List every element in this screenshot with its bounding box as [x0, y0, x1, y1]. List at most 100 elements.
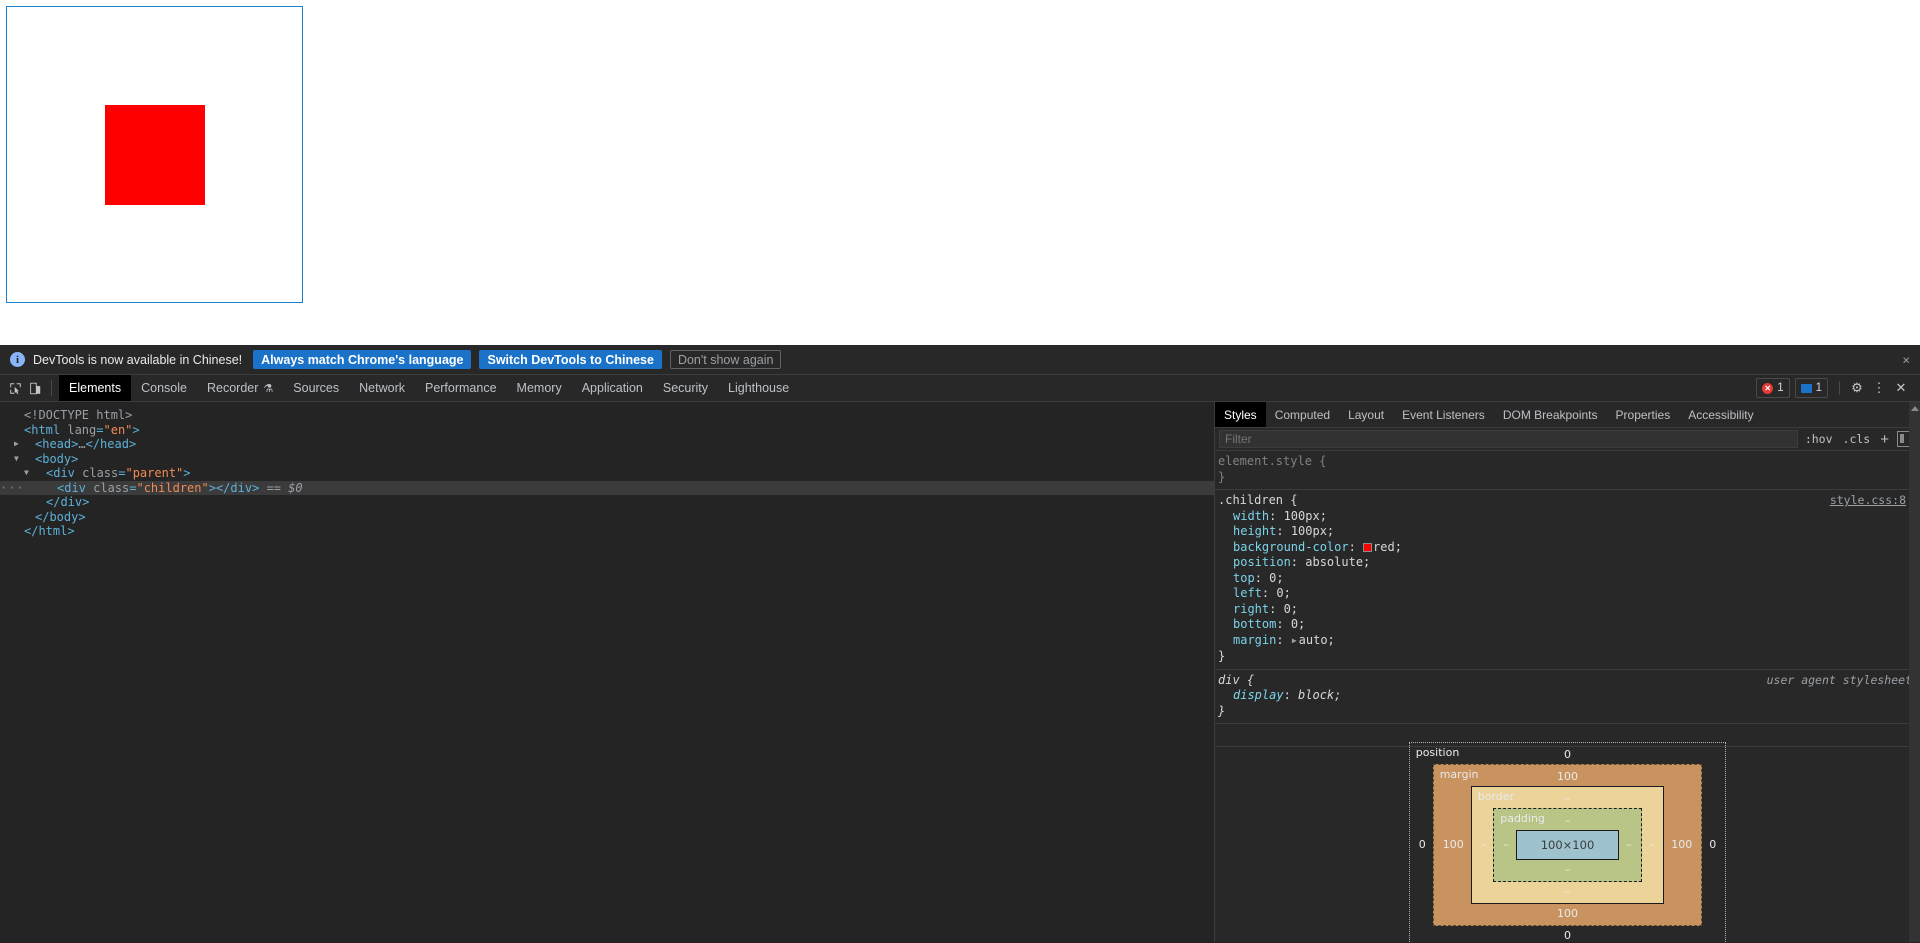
cls-toggle-button[interactable]: .cls	[1838, 432, 1876, 446]
css-selector[interactable]: div {	[1218, 673, 1254, 687]
css-selector[interactable]: element.style {	[1218, 454, 1326, 468]
dom-node-selected[interactable]: ··· <div class="children"></div> == $0	[0, 480, 1214, 496]
scroll-up-icon[interactable]	[1911, 406, 1919, 411]
box-model-padding-layer[interactable]: padding – – 100×100 – –	[1493, 807, 1642, 882]
margin-left-value[interactable]: 100	[1436, 838, 1471, 851]
css-declaration[interactable]: background-color: red;	[1215, 540, 1920, 556]
css-property[interactable]: display	[1233, 688, 1284, 702]
more-options-icon[interactable]: ⋮	[1868, 380, 1890, 396]
message-count-badge[interactable]: 1	[1794, 378, 1828, 398]
css-selector-line[interactable]: .children { style.css:8	[1215, 493, 1920, 509]
margin-right-value[interactable]: 100	[1664, 838, 1699, 851]
css-selector[interactable]: .children {	[1218, 493, 1297, 507]
color-swatch-icon[interactable]	[1363, 542, 1373, 552]
error-count-badge[interactable]: ✕ 1	[1756, 378, 1790, 398]
box-model-margin-layer[interactable]: margin 100 100 border – – padding – – 10…	[1432, 763, 1703, 926]
expand-shorthand-icon[interactable]: ▶	[1292, 633, 1297, 649]
dom-node[interactable]: <!DOCTYPE html>	[0, 408, 1214, 423]
stylesheet-link[interactable]: style.css:8	[1830, 493, 1906, 507]
border-right-value[interactable]: –	[1642, 838, 1662, 851]
tab-application[interactable]: Application	[572, 375, 653, 401]
border-left-value[interactable]: –	[1474, 838, 1494, 851]
border-top-value[interactable]: –	[1565, 789, 1571, 808]
twisty-expanded-icon[interactable]: ▼	[14, 452, 19, 467]
tab-sources[interactable]: Sources	[283, 375, 349, 401]
dom-tree-pane[interactable]: <!DOCTYPE html> <html lang="en"> ▶ <head>…<…	[0, 402, 1214, 942]
tab-console[interactable]: Console	[131, 375, 197, 401]
padding-right-value[interactable]: –	[1619, 838, 1639, 851]
tab-layout[interactable]: Layout	[1339, 402, 1393, 427]
css-declaration[interactable]: width: 100px;	[1215, 509, 1920, 525]
css-selector-line[interactable]: element.style {	[1215, 454, 1920, 470]
css-property[interactable]: margin	[1233, 633, 1276, 647]
tab-memory[interactable]: Memory	[507, 375, 572, 401]
css-value[interactable]: 0;	[1284, 602, 1298, 616]
position-bottom-value[interactable]: 0	[1564, 926, 1571, 943]
tab-performance[interactable]: Performance	[415, 375, 507, 401]
dom-node[interactable]: </div>	[0, 495, 1214, 510]
css-property[interactable]: bottom	[1233, 617, 1276, 631]
css-declaration[interactable]: bottom: 0;	[1215, 617, 1920, 633]
styles-scrollbar[interactable]	[1909, 402, 1920, 942]
position-top-value[interactable]: 0	[1564, 745, 1571, 764]
box-model-border-layer[interactable]: border – – padding – – 100×100 – – – –	[1470, 785, 1665, 904]
padding-left-value[interactable]: –	[1496, 838, 1516, 851]
css-property[interactable]: top	[1233, 571, 1255, 585]
css-value[interactable]: 0;	[1291, 617, 1305, 631]
node-ellipsis-icon[interactable]: ···	[0, 481, 25, 496]
dom-node[interactable]: ▶ <head>…</head>	[0, 437, 1214, 452]
children-div[interactable]	[104, 104, 205, 205]
css-value[interactable]: absolute;	[1305, 555, 1370, 569]
inspect-element-icon[interactable]	[5, 375, 25, 401]
dom-node[interactable]: </body>	[0, 510, 1214, 525]
box-model-position-layer[interactable]: position 0 0 margin 100 100 border – – p…	[1408, 741, 1727, 943]
position-left-value[interactable]: 0	[1412, 838, 1433, 851]
padding-top-value[interactable]: –	[1565, 811, 1571, 830]
tab-dom-breakpoints[interactable]: DOM Breakpoints	[1494, 402, 1607, 427]
css-declaration[interactable]: top: 0;	[1215, 571, 1920, 587]
css-value[interactable]: red;	[1373, 540, 1402, 554]
tab-security[interactable]: Security	[653, 375, 718, 401]
margin-bottom-value[interactable]: 100	[1557, 904, 1578, 923]
filter-input[interactable]	[1219, 430, 1798, 448]
dom-node[interactable]: </html>	[0, 524, 1214, 539]
position-right-value[interactable]: 0	[1702, 838, 1723, 851]
dom-node[interactable]: ▼ <div class="parent">	[0, 466, 1214, 481]
tab-lighthouse[interactable]: Lighthouse	[718, 375, 799, 401]
stylesheet-origin[interactable]: style.css:8	[1830, 493, 1906, 509]
tab-recorder[interactable]: Recorder ⚗	[197, 375, 283, 401]
tab-network[interactable]: Network	[349, 375, 415, 401]
css-declaration[interactable]: display: block;	[1215, 688, 1920, 704]
twisty-collapsed-icon[interactable]: ▶	[14, 437, 19, 452]
tab-event-listeners[interactable]: Event Listeners	[1393, 402, 1494, 427]
always-match-chrome-language-button[interactable]: Always match Chrome's language	[253, 350, 472, 369]
css-value[interactable]: auto;	[1299, 633, 1335, 647]
css-value[interactable]: 0;	[1276, 586, 1290, 600]
close-infobar-icon[interactable]: ×	[1902, 353, 1910, 366]
css-property[interactable]: position	[1233, 555, 1291, 569]
css-declaration[interactable]: margin: ▶ auto;	[1215, 633, 1920, 650]
tab-computed[interactable]: Computed	[1266, 402, 1339, 427]
tab-properties[interactable]: Properties	[1607, 402, 1680, 427]
tab-accessibility[interactable]: Accessibility	[1679, 402, 1762, 427]
css-value[interactable]: block;	[1298, 688, 1341, 702]
hov-toggle-button[interactable]: :hov	[1800, 432, 1838, 446]
padding-bottom-value[interactable]: –	[1565, 860, 1571, 879]
css-property[interactable]: left	[1233, 586, 1262, 600]
tab-elements[interactable]: Elements	[59, 375, 132, 401]
css-property[interactable]: right	[1233, 602, 1269, 616]
close-devtools-icon[interactable]: ✕	[1890, 380, 1912, 396]
parent-div[interactable]	[6, 6, 303, 303]
border-bottom-value[interactable]: –	[1565, 882, 1571, 901]
css-declaration[interactable]: right: 0;	[1215, 602, 1920, 618]
device-toolbar-icon[interactable]	[25, 375, 45, 401]
box-model-content-size[interactable]: 100×100	[1515, 829, 1620, 860]
css-property[interactable]: height	[1233, 524, 1276, 538]
css-value[interactable]: 100px;	[1284, 509, 1327, 523]
css-declaration[interactable]: height: 100px;	[1215, 524, 1920, 540]
css-declaration[interactable]: position: absolute;	[1215, 555, 1920, 571]
twisty-expanded-icon[interactable]: ▼	[24, 466, 29, 481]
css-property[interactable]: width	[1233, 509, 1269, 523]
css-value[interactable]: 100px;	[1291, 524, 1334, 538]
css-value[interactable]: 0;	[1269, 571, 1283, 585]
